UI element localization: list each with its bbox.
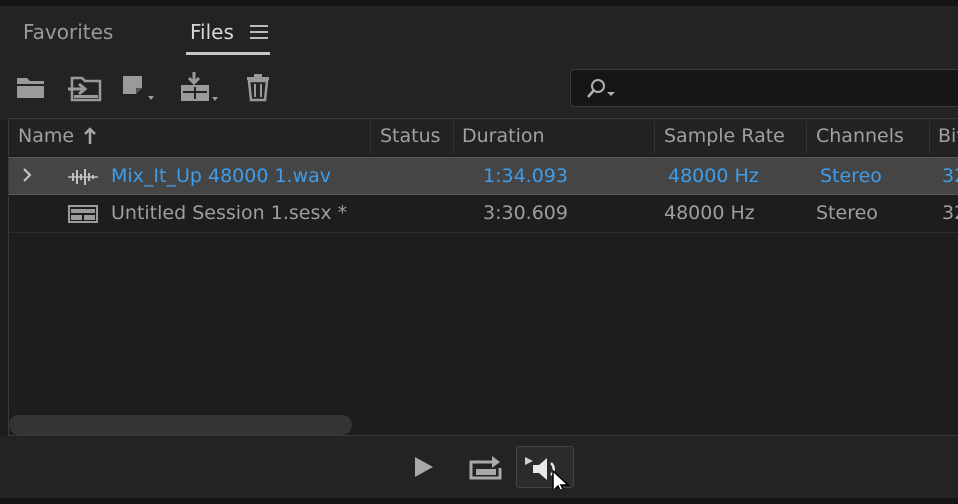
preview-transport-bar [0, 436, 958, 498]
file-list-panel: Name Status Duration Sample Rate Channel… [8, 118, 958, 436]
column-divider[interactable] [453, 121, 454, 153]
loop-icon[interactable] [466, 446, 506, 488]
file-channels: Stereo [820, 165, 882, 187]
files-toolbar [0, 58, 958, 120]
panel-menu-icon[interactable] [250, 24, 268, 40]
new-file-icon[interactable] [120, 72, 160, 104]
insert-into-icon[interactable] [178, 72, 218, 104]
search-icon[interactable] [585, 78, 619, 100]
open-folder-icon[interactable] [14, 72, 54, 104]
panel-tab-bar: Favorites Files [0, 6, 958, 58]
trash-icon[interactable] [244, 72, 284, 104]
column-divider[interactable] [806, 121, 807, 153]
column-divider[interactable] [370, 121, 371, 153]
column-header-sample-rate[interactable]: Sample Rate [664, 125, 785, 147]
column-divider[interactable] [929, 121, 930, 153]
column-header-status[interactable]: Status [380, 125, 441, 147]
waveform-icon [67, 168, 99, 186]
search-input[interactable] [625, 74, 955, 102]
column-header-channels[interactable]: Channels [816, 125, 904, 147]
table-row[interactable]: Mix_It_Up 48000 1.wav 1:34.093 48000 Hz … [9, 157, 958, 195]
table-row[interactable]: Untitled Session 1.sesx * 3:30.609 48000… [9, 195, 958, 233]
column-header-name[interactable]: Name [18, 125, 74, 147]
file-channels: Stereo [816, 202, 878, 224]
horizontal-scrollbar[interactable] [9, 415, 352, 435]
multitrack-session-icon [67, 205, 99, 223]
column-header-bit-depth[interactable]: Bit [938, 125, 958, 147]
import-icon[interactable] [66, 72, 106, 104]
play-icon[interactable] [408, 446, 440, 488]
column-header-row: Name Status Duration Sample Rate Channel… [9, 119, 958, 155]
file-name: Untitled Session 1.sesx * [111, 202, 348, 224]
auto-play-icon[interactable] [516, 446, 574, 496]
active-tab-indicator [186, 52, 270, 55]
tab-favorites[interactable]: Favorites [23, 20, 113, 44]
chevron-right-icon[interactable] [21, 166, 33, 184]
search-box[interactable] [570, 69, 958, 107]
column-divider[interactable] [654, 121, 655, 153]
file-name: Mix_It_Up 48000 1.wav [111, 165, 332, 187]
file-bit-depth: 32 [942, 202, 958, 224]
file-duration: 3:30.609 [483, 202, 568, 224]
file-bit-depth: 32 [942, 165, 958, 187]
file-duration: 1:34.093 [483, 165, 568, 187]
file-sample-rate: 48000 Hz [668, 165, 759, 187]
column-header-duration[interactable]: Duration [462, 125, 545, 147]
file-sample-rate: 48000 Hz [664, 202, 755, 224]
window-bottom-border [0, 498, 958, 504]
tab-files[interactable]: Files [190, 20, 234, 44]
sort-ascending-icon[interactable] [83, 127, 97, 145]
